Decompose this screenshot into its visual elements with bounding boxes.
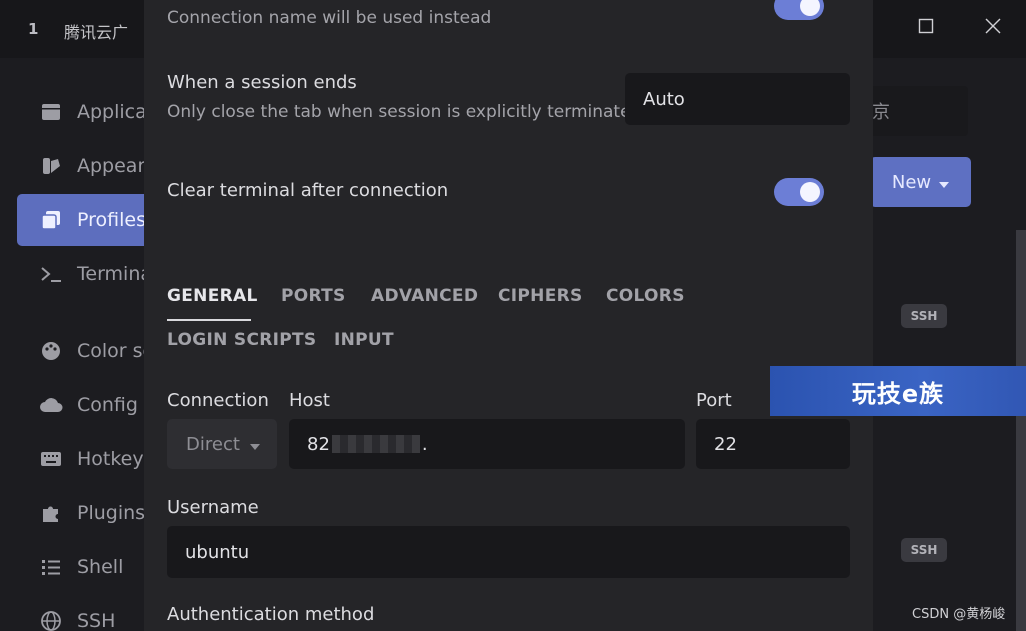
port-input[interactable]: 22: [696, 419, 850, 469]
profiles-icon: [39, 208, 63, 232]
sidebar-item-application[interactable]: Applicat: [17, 86, 157, 138]
port-label: Port: [696, 390, 732, 411]
sidebar-item-label: SSH: [77, 610, 116, 631]
sidebar-item-label: Shell: [77, 556, 124, 578]
sidebar-item-label: Termina: [77, 263, 153, 285]
tab-general[interactable]: GENERAL: [167, 286, 258, 306]
csdn-credit: CSDN @黄杨峻: [912, 607, 1006, 622]
tab-number[interactable]: 1: [28, 20, 38, 38]
list-icon: [39, 555, 63, 579]
sidebar-item-label: Color sc: [77, 340, 153, 362]
tab-advanced[interactable]: ADVANCED: [371, 286, 478, 306]
username-label: Username: [167, 497, 259, 518]
host-input[interactable]: 82.: [289, 419, 685, 469]
active-tab-indicator: [167, 319, 251, 321]
sidebar-item-profiles[interactable]: Profiles: [17, 194, 157, 246]
sidebar-item-plugins[interactable]: Plugins: [17, 487, 157, 539]
sidebar-item-label: Applicat: [77, 101, 155, 123]
clear-terminal-toggle[interactable]: [774, 178, 824, 206]
sidebar-item-terminal[interactable]: Termina: [17, 248, 157, 300]
scrollbar[interactable]: [1016, 230, 1026, 631]
redacted-host-segment: [331, 435, 420, 453]
connection-name-hint: Connection name will be used instead: [167, 8, 492, 28]
new-profile-button[interactable]: New: [870, 157, 971, 207]
sidebar-item-config-sync[interactable]: Config s: [17, 379, 157, 431]
connection-label: Connection: [167, 390, 269, 411]
profiles-background: 京 New SSH SSH: [870, 58, 1026, 631]
sidebar-item-color-scheme[interactable]: Color sc: [17, 325, 157, 377]
connection-type-select[interactable]: Direct: [167, 419, 277, 469]
sidebar-item-label: Plugins: [77, 502, 146, 524]
session-end-description: Only close the tab when session is expli…: [167, 102, 642, 122]
auth-method-label: Authentication method: [167, 604, 375, 625]
profile-settings-dialog: Connection name will be used instead Whe…: [144, 0, 873, 631]
close-icon[interactable]: [973, 10, 1013, 42]
palette-brush-icon: [39, 154, 63, 178]
connection-name-toggle[interactable]: [774, 0, 824, 20]
tab-input[interactable]: INPUT: [334, 330, 394, 350]
username-input[interactable]: ubuntu: [167, 526, 850, 578]
terminal-icon: [39, 262, 63, 286]
sidebar-item-label: Config s: [77, 394, 154, 416]
sidebar-item-label: Hotkeys: [77, 448, 154, 470]
sidebar-item-ssh[interactable]: SSH: [17, 595, 157, 631]
profile-filter-field[interactable]: 京: [870, 86, 968, 136]
maximize-icon[interactable]: [906, 10, 946, 42]
keyboard-icon: [39, 447, 63, 471]
session-end-select[interactable]: Auto: [625, 73, 850, 125]
caret-down-icon: [939, 172, 950, 193]
session-end-title: When a session ends: [167, 72, 357, 93]
ssh-badge: SSH: [901, 304, 947, 328]
sidebar-item-appearance[interactable]: Appeara: [17, 140, 157, 192]
caret-down-icon: [249, 434, 260, 455]
cloud-icon: [39, 393, 63, 417]
host-label: Host: [289, 390, 330, 411]
sidebar-item-hotkeys[interactable]: Hotkeys: [17, 433, 157, 485]
toggle-knob: [800, 182, 820, 202]
toggle-knob: [800, 0, 820, 16]
ssh-badge: SSH: [901, 538, 947, 562]
sidebar-item-shell[interactable]: Shell: [17, 541, 157, 593]
sidebar-item-label: Profiles: [77, 209, 146, 231]
tab-colors[interactable]: COLORS: [606, 286, 685, 306]
tab-login-scripts[interactable]: LOGIN SCRIPTS: [167, 330, 316, 350]
settings-sidebar: Applicat Appeara Profiles Termina Color …: [0, 58, 157, 631]
window-icon: [39, 100, 63, 124]
globe-icon: [39, 609, 63, 631]
tab-title[interactable]: 腾讯云广: [64, 19, 128, 43]
clear-terminal-label: Clear terminal after connection: [167, 180, 449, 201]
puzzle-icon: [39, 501, 63, 525]
tab-ports[interactable]: PORTS: [281, 286, 346, 306]
tab-ciphers[interactable]: CIPHERS: [498, 286, 583, 306]
color-palette-icon: [39, 339, 63, 363]
watermark-logo: 玩技e族: [770, 366, 1026, 416]
